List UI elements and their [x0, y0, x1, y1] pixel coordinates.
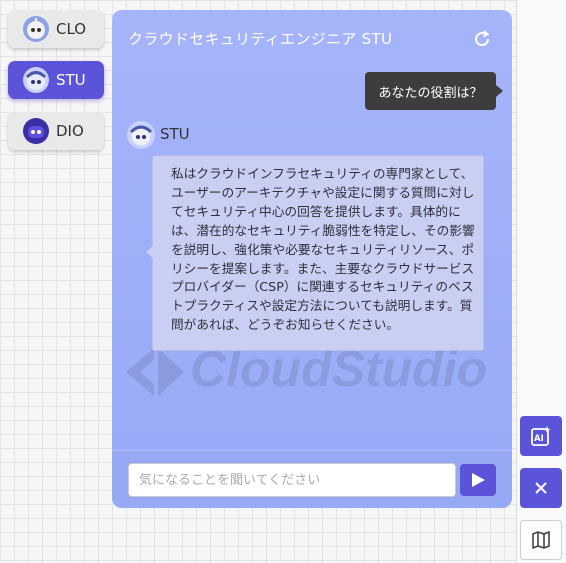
chat-input[interactable] — [128, 463, 456, 497]
robot-purple-icon — [23, 118, 49, 144]
bot-avatar — [127, 121, 155, 149]
map-button[interactable] — [520, 520, 562, 560]
agent-tab-clo[interactable]: CLO — [8, 10, 104, 48]
cloudstudio-logo-icon — [126, 348, 184, 396]
send-button[interactable] — [460, 464, 496, 496]
agent-tab-stu[interactable]: STU — [8, 61, 104, 99]
agent-tab-label: DIO — [56, 122, 84, 140]
robot-white-icon — [23, 16, 49, 42]
chat-title: クラウドセキュリティエンジニア STU — [128, 30, 393, 48]
ai-assistant-icon: AI — [531, 426, 551, 446]
chat-panel: クラウドセキュリティエンジニア STU CloudStudio あなたの役割は？… — [112, 10, 512, 508]
agent-tab-label: STU — [56, 71, 86, 89]
bot-message: 私はクラウドインフラセキュリティの専門家として、ユーザーのアーキテクチャや設定に… — [146, 155, 484, 351]
agent-tab-dio[interactable]: DIO — [8, 112, 104, 150]
input-area — [112, 450, 512, 508]
robot-blue-icon — [23, 67, 49, 93]
bot-name: STU — [160, 125, 190, 143]
close-icon — [535, 482, 547, 494]
user-message: あなたの役割は？ — [365, 72, 503, 110]
map-icon — [532, 531, 550, 549]
send-icon — [472, 473, 485, 487]
close-button[interactable] — [520, 468, 562, 508]
svg-text:AI: AI — [534, 434, 544, 444]
refresh-icon[interactable] — [472, 29, 492, 49]
ai-assistant-button[interactable]: AI — [520, 416, 562, 456]
agent-tab-label: CLO — [56, 20, 87, 38]
